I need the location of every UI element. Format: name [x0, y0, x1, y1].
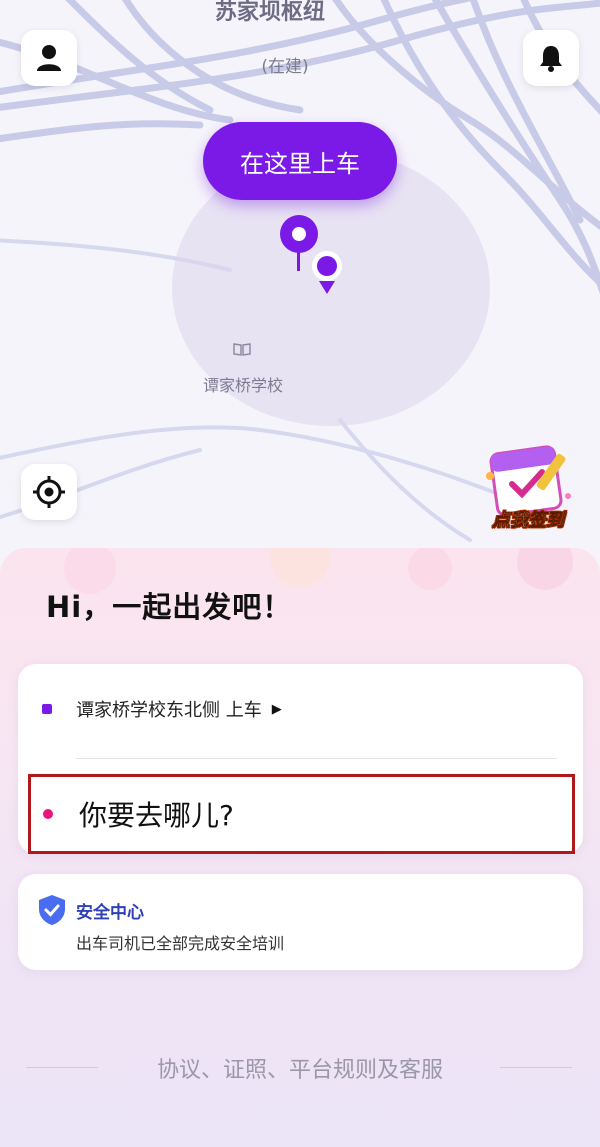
caret-right-icon: ▶ [271, 701, 282, 717]
footer-divider-right [500, 1067, 572, 1068]
route-card: 谭家桥学校东北侧 上车 ▶ 你要去哪儿? [18, 664, 583, 854]
current-location-icon [312, 251, 342, 294]
profile-button[interactable] [21, 30, 77, 86]
safety-center-description: 出车司机已全部完成安全培训 [76, 934, 285, 953]
destination-placeholder: 你要去哪儿? [79, 799, 234, 832]
notification-button[interactable] [523, 30, 579, 86]
destination-dot-icon [43, 809, 53, 819]
safety-center-title: 安全中心 [76, 903, 144, 923]
pickup-location-label: 谭家桥学校东北侧 上车 [76, 700, 262, 721]
locate-target-icon [33, 476, 65, 508]
pickup-location-row[interactable]: 谭家桥学校东北侧 上车 ▶ [42, 696, 282, 722]
divider [76, 758, 557, 759]
footer-links[interactable]: 协议、证照、平台规则及客服 [0, 1052, 600, 1084]
map-place-subtitle: (在建) [261, 57, 309, 77]
pickup-here-button[interactable]: 在这里上车 [203, 122, 397, 200]
destination-input[interactable]: 你要去哪儿? [28, 774, 575, 854]
person-icon [37, 45, 61, 71]
shield-check-icon [39, 895, 65, 925]
bottom-sheet: Hi，一起出发吧！ 谭家桥学校东北侧 上车 ▶ 你要去哪儿? 安全中心 出车司机… [0, 548, 600, 1147]
pickup-dot-icon [42, 704, 52, 714]
safety-center-card[interactable]: 安全中心 出车司机已全部完成安全培训 [18, 874, 583, 970]
signin-badge-label[interactable]: 点我签到 [476, 506, 580, 532]
bell-icon [540, 46, 562, 72]
map-place-title: 苏家坝枢纽 [214, 0, 325, 25]
school-poi-label[interactable]: 谭家桥学校 [0, 372, 486, 396]
greeting-title: Hi，一起出发吧！ [46, 590, 293, 624]
map-view[interactable]: 苏家坝枢纽 (在建) 谭家桥学校 在这里上车 点我签到 [0, 0, 600, 580]
book-icon [233, 343, 251, 356]
locate-button[interactable] [21, 464, 77, 520]
